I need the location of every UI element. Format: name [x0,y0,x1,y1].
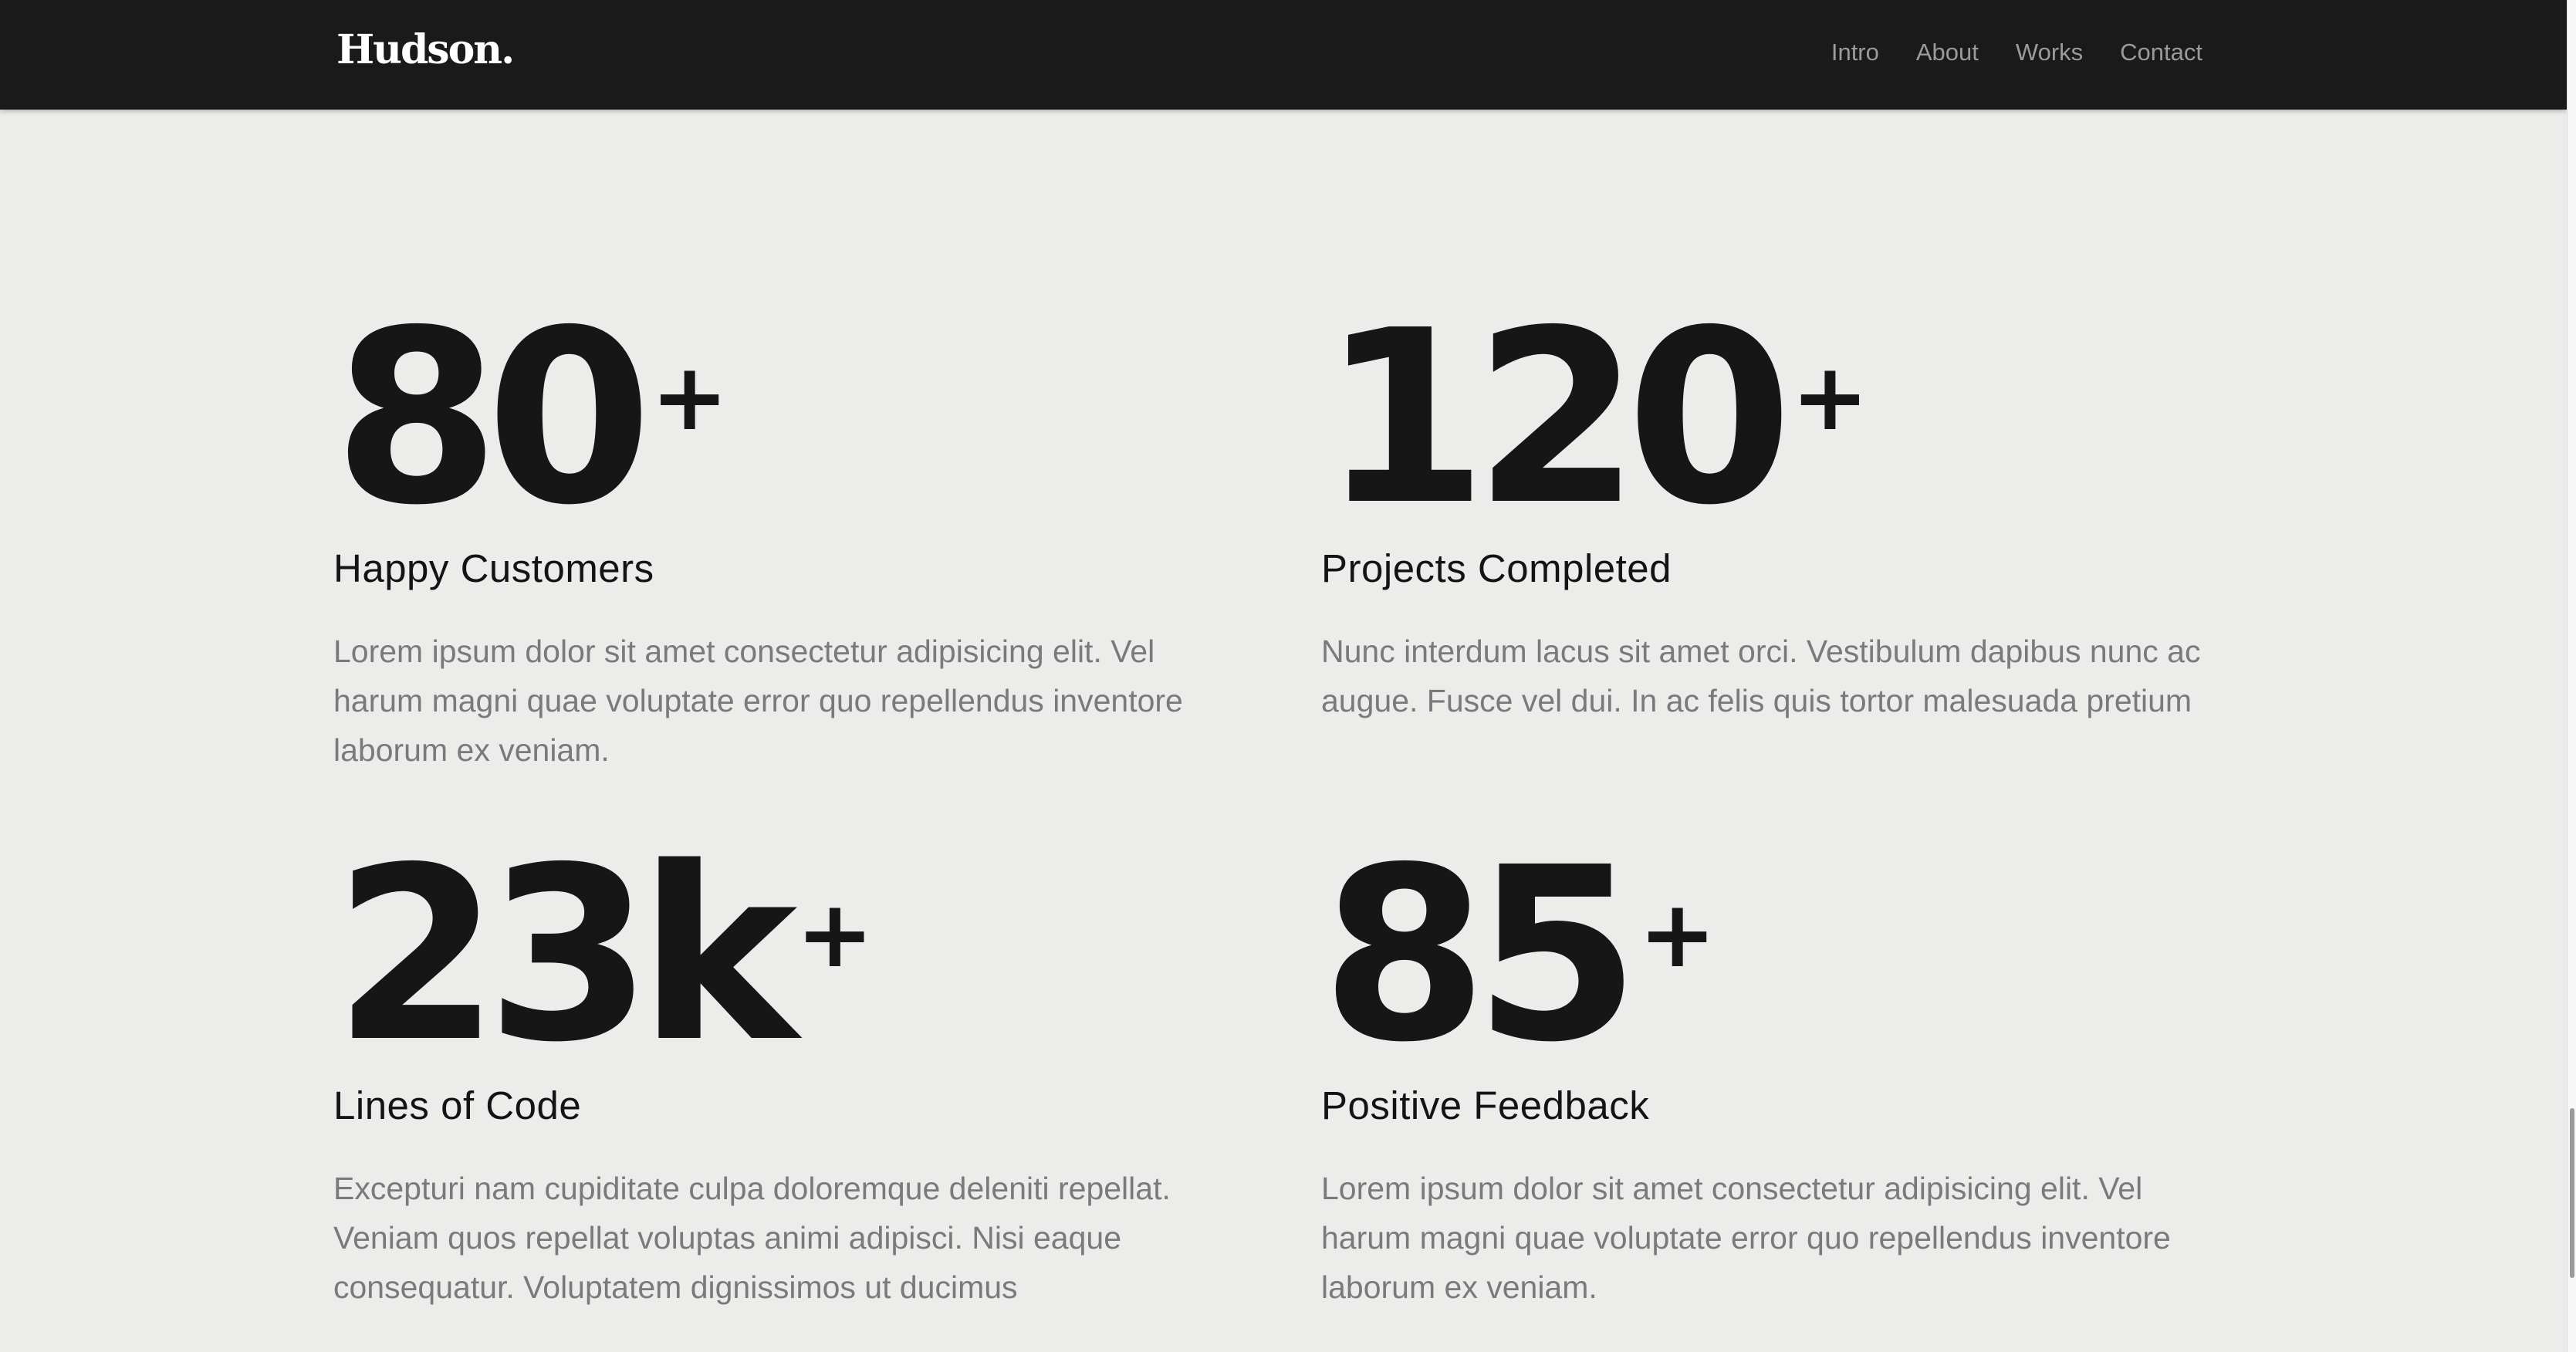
stat-title: Positive Feedback [1321,1083,1650,1127]
nav-link-intro[interactable]: Intro [1831,39,1879,66]
site-logo[interactable]: Hudson. [336,26,515,73]
stat-value: 23k [333,816,798,1095]
page: Hudson. Intro About Works Contact 80 + H… [0,0,2576,1352]
main-nav: Intro About Works Contact [1831,39,2202,66]
stat-suffix: + [1638,881,1716,989]
stat-suffix: + [796,881,874,989]
stat-lines-of-code: 23k + Lines of Code Excepturi nam cupidi… [333,816,1213,1312]
stat-value: 85 [1321,816,1640,1095]
stat-description: Lorem ipsum dolor sit amet consectetur a… [1321,1170,2171,1305]
nav-link-about[interactable]: About [1916,39,1979,66]
stat-happy-customers: 80 + Happy Customers Lorem ipsum dolor s… [333,279,1213,775]
stat-positive-feedback: 85 + Positive Feedback Lorem ipsum dolor… [1321,816,2201,1312]
stat-number: 85 + [1321,816,2201,1095]
stat-description: Lorem ipsum dolor sit amet consectetur a… [333,633,1183,768]
stat-description: Nunc interdum lacus sit amet orci. Vesti… [1321,633,2201,718]
nav-link-works[interactable]: Works [2016,39,2083,66]
stat-title: Happy Customers [333,546,654,590]
stat-number: 80 + [333,279,1213,558]
stat-description: Excepturi nam cupiditate culpa doloremqu… [333,1170,1171,1305]
stat-suffix: + [1791,344,1869,451]
stat-value: 80 [333,279,652,558]
nav-link-contact[interactable]: Contact [2120,39,2202,66]
site-header: Hudson. Intro About Works Contact [0,0,2567,110]
stat-suffix: + [651,344,729,451]
stat-projects-completed: 120 + Projects Completed Nunc interdum l… [1321,279,2201,725]
stat-number: 23k + [333,816,1213,1095]
stat-number: 120 + [1321,279,2201,558]
scrollbar-thumb[interactable] [2570,1108,2574,1278]
stat-value: 120 [1321,279,1793,558]
